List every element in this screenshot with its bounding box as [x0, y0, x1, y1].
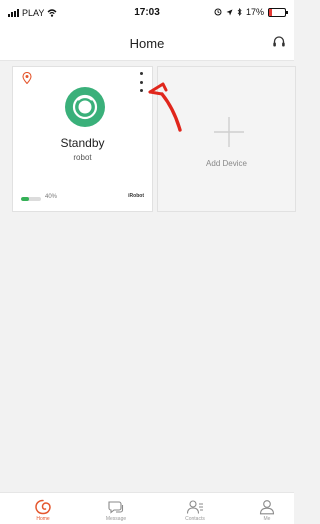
device-battery-fill	[21, 197, 29, 201]
brand-logo: iRobot	[128, 193, 144, 199]
plus-icon	[214, 117, 244, 147]
device-name: robot	[73, 153, 92, 162]
header: Home	[0, 24, 294, 61]
device-status: Standby	[60, 136, 105, 150]
robot-vacuum-glyph	[72, 94, 98, 120]
nav-me-label: Me	[263, 516, 271, 522]
nav-contacts[interactable]: Contacts	[169, 493, 221, 524]
status-right: 17%	[214, 7, 288, 17]
red-arrow-icon	[148, 82, 182, 132]
nav-message-label: Message	[105, 516, 127, 522]
contacts-icon	[186, 500, 203, 514]
bottom-nav: Home Message Contacts Me	[0, 492, 294, 524]
robot-vacuum-icon	[65, 87, 105, 127]
more-options-button[interactable]	[136, 72, 146, 92]
status-bar: PLAY 17:03 17%	[0, 0, 294, 24]
battery-fill	[269, 8, 272, 16]
location-pin-icon	[22, 72, 32, 84]
nav-home-label: Home	[36, 516, 50, 522]
nav-message[interactable]: Message	[90, 493, 142, 524]
bluetooth-icon	[237, 8, 242, 16]
device-battery-text: 40%	[45, 194, 58, 200]
device-card[interactable]: Standby robot 40% iRobot	[12, 66, 153, 212]
battery-icon	[268, 7, 288, 17]
device-battery-bar	[21, 197, 41, 201]
page-title: Home	[129, 36, 165, 51]
more-vertical-icon	[139, 72, 143, 75]
location-arrow-icon	[226, 9, 233, 15]
me-icon	[259, 500, 275, 515]
alarm-icon	[214, 8, 222, 16]
message-icon	[108, 501, 124, 514]
nav-home[interactable]: Home	[17, 493, 69, 524]
battery-percent: 17%	[245, 7, 264, 17]
headset-icon[interactable]	[272, 35, 286, 49]
nav-me[interactable]: Me	[241, 493, 293, 524]
add-device-label: Add Device	[206, 159, 247, 168]
home-icon	[35, 499, 51, 515]
nav-contacts-label: Contacts	[185, 516, 205, 522]
